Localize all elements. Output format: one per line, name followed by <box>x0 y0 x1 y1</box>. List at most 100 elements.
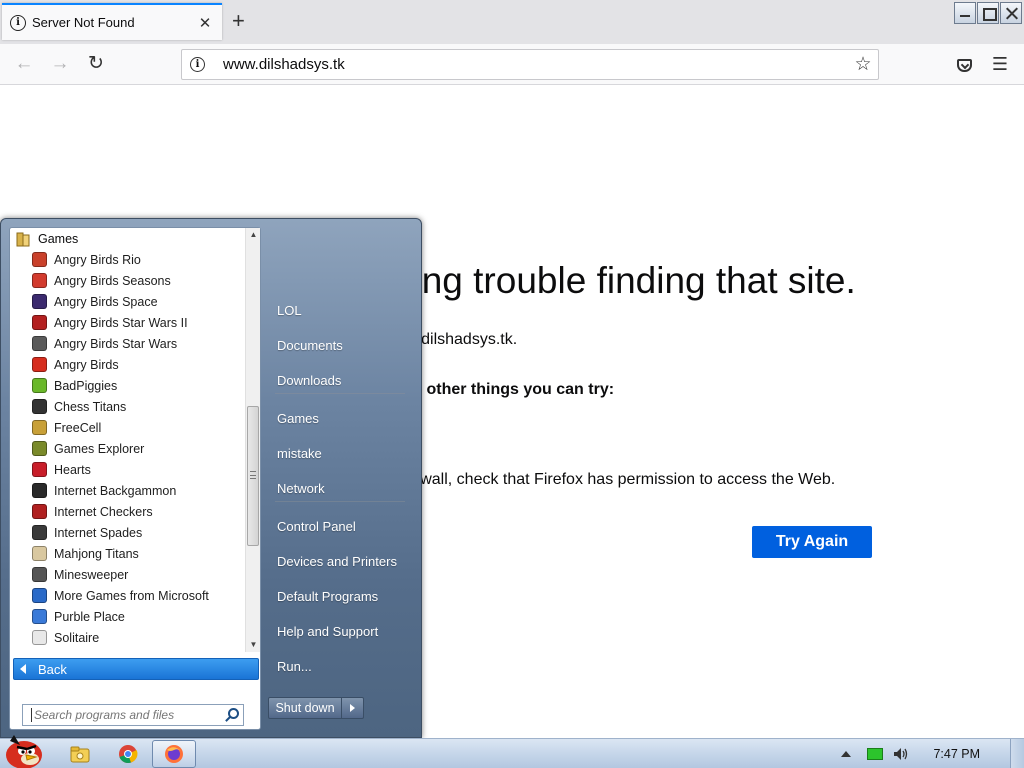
taskbar: 7:47 PM <box>0 735 1024 768</box>
pocket-icon[interactable] <box>952 52 976 76</box>
internet-backgammon-icon <box>32 483 47 498</box>
back-arrow-icon[interactable]: ← <box>12 52 36 76</box>
angry-birds-star-wars-ii-icon <box>32 315 47 330</box>
program-item[interactable]: Angry Birds Space <box>10 291 244 312</box>
program-label: Games Explorer <box>54 441 145 456</box>
program-item[interactable]: Angry Birds Star Wars II <box>10 312 244 333</box>
angry-bird-start-icon <box>6 735 42 768</box>
taskbar-chrome-button[interactable] <box>106 740 150 768</box>
program-item[interactable]: Purble Place <box>10 606 244 627</box>
folder-icon <box>16 232 30 246</box>
start-item-downloads[interactable]: Downloads <box>268 365 413 395</box>
folder-label: Games <box>38 231 79 246</box>
program-item[interactable]: Angry Birds Seasons <box>10 270 244 291</box>
program-item[interactable]: Angry Birds <box>10 354 244 375</box>
program-item[interactable]: Internet Spades <box>10 522 244 543</box>
program-item[interactable]: Solitaire <box>10 627 244 648</box>
start-item-help-and-support[interactable]: Help and Support <box>268 616 413 646</box>
program-label: Internet Backgammon <box>54 483 177 498</box>
more-games-icon <box>32 588 47 603</box>
purble-place-icon <box>32 609 47 624</box>
start-menu-right-pane: LOL Documents Downloads Games mistake Network… <box>263 219 421 737</box>
network-icon[interactable] <box>867 748 884 760</box>
shutdown-button[interactable]: Shut down <box>268 697 342 719</box>
program-label: Angry Birds Star Wars <box>54 336 178 351</box>
shutdown-options-arrow-icon[interactable] <box>342 697 364 719</box>
start-item-games[interactable]: Games <box>268 403 413 433</box>
program-label: Purble Place <box>54 609 125 624</box>
program-list: Games Angry Birds Rio Angry Birds Seasons… <box>10 228 244 652</box>
window-controls <box>953 2 1022 24</box>
program-item[interactable]: Angry Birds Rio <box>10 249 244 270</box>
forward-arrow-icon[interactable]: → <box>48 52 72 76</box>
program-item[interactable]: BadPiggies <box>10 375 244 396</box>
start-item-devices-and-printers[interactable]: Devices and Printers <box>268 546 413 576</box>
taskbar-explorer-button[interactable] <box>58 740 102 768</box>
games-explorer-icon <box>32 441 47 456</box>
url-text[interactable]: www.dilshadsys.tk <box>223 56 848 73</box>
start-item-network[interactable]: Network <box>268 473 413 503</box>
windows-explorer-icon <box>70 746 90 763</box>
clock[interactable]: 7:47 PM <box>933 747 980 761</box>
games-folder[interactable]: Games <box>10 228 244 249</box>
system-tray: 7:47 PM <box>841 739 1024 768</box>
program-list-scrollbar[interactable]: ▲ ▼ <box>245 228 260 652</box>
scroll-thumb[interactable] <box>247 406 259 546</box>
reload-icon[interactable]: ↻ <box>84 52 108 76</box>
hearts-icon <box>32 462 47 477</box>
start-item-control-panel[interactable]: Control Panel <box>268 511 413 541</box>
close-window-button[interactable] <box>1000 2 1022 24</box>
firewall-tip: firewall, check that Firefox has permiss… <box>398 471 836 488</box>
program-label: BadPiggies <box>54 378 118 393</box>
show-hidden-icons-arrow-icon[interactable] <box>841 751 852 757</box>
taskbar-firefox-button[interactable] <box>152 740 196 768</box>
shutdown-group: Shut down <box>268 697 364 719</box>
site-info-icon[interactable]: i <box>190 57 205 72</box>
bad-piggies-icon <box>32 378 47 393</box>
chrome-icon <box>119 745 138 764</box>
back-triangle-icon <box>20 664 26 674</box>
program-label: Angry Birds Star Wars II <box>54 315 188 330</box>
scroll-up-icon[interactable]: ▲ <box>246 228 261 242</box>
new-tab-icon[interactable]: + <box>232 10 245 32</box>
program-label: Solitaire <box>54 630 100 645</box>
tab-server-not-found[interactable]: i Server Not Found ✕ <box>2 3 222 40</box>
suggestions-heading: ree other things you can try: <box>398 381 615 398</box>
program-item[interactable]: Minesweeper <box>10 564 244 585</box>
bookmark-star-icon[interactable]: ☆ <box>848 53 878 76</box>
start-item-mistake[interactable]: mistake <box>268 438 413 468</box>
program-item[interactable]: Mahjong Titans <box>10 543 244 564</box>
scroll-down-icon[interactable]: ▼ <box>246 638 261 652</box>
program-item[interactable]: Internet Checkers <box>10 501 244 522</box>
minesweeper-icon <box>32 567 47 582</box>
program-item[interactable]: Hearts <box>10 459 244 480</box>
program-item[interactable]: More Games from Microsoft <box>10 585 244 606</box>
minimize-button[interactable] <box>954 2 976 24</box>
error-title: ving trouble finding that site. <box>395 260 856 301</box>
program-label: Angry Birds Seasons <box>54 273 171 288</box>
program-item[interactable]: Internet Backgammon <box>10 480 244 501</box>
start-item-lol[interactable]: LOL <box>268 295 413 325</box>
show-desktop-button[interactable] <box>1010 739 1024 768</box>
start-item-default-programs[interactable]: Default Programs <box>268 581 413 611</box>
mahjong-titans-icon <box>32 546 47 561</box>
tab-close-icon[interactable]: ✕ <box>196 14 214 32</box>
try-again-button[interactable]: Try Again <box>752 526 872 558</box>
menu-icon[interactable]: ☰ <box>988 52 1012 76</box>
info-icon: i <box>10 14 26 31</box>
program-item[interactable]: FreeCell <box>10 417 244 438</box>
start-item-documents[interactable]: Documents <box>268 330 413 360</box>
program-item[interactable]: Angry Birds Star Wars <box>10 333 244 354</box>
maximize-button[interactable] <box>977 2 999 24</box>
search-input[interactable] <box>31 708 211 722</box>
start-button[interactable] <box>0 731 50 768</box>
search-box[interactable] <box>22 704 244 726</box>
search-icon[interactable] <box>228 708 239 719</box>
program-item[interactable]: Chess Titans <box>10 396 244 417</box>
start-item-run[interactable]: Run... <box>268 651 413 681</box>
program-item[interactable]: Games Explorer <box>10 438 244 459</box>
url-bar[interactable]: i www.dilshadsys.tk ☆ <box>181 49 879 80</box>
back-button[interactable]: Back <box>13 658 259 680</box>
volume-icon[interactable] <box>893 747 909 761</box>
program-label: Hearts <box>54 462 91 477</box>
